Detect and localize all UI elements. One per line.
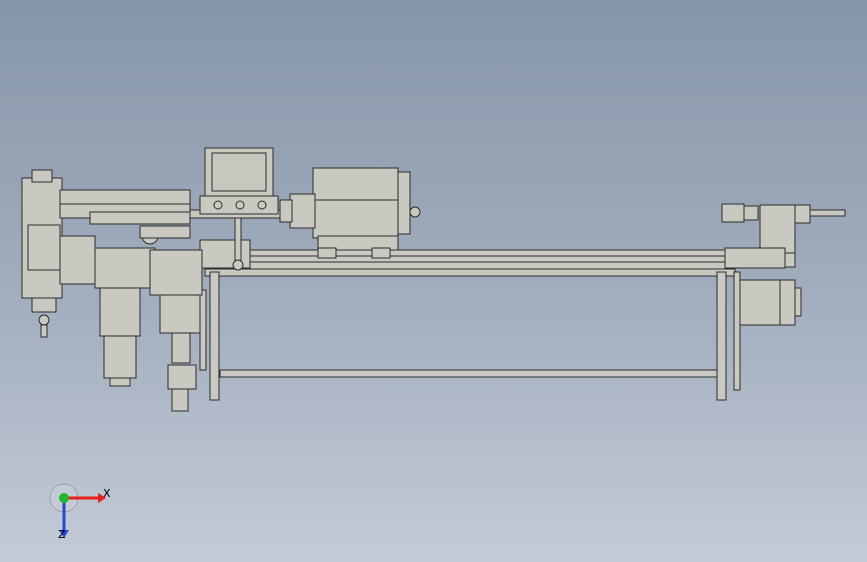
spindle-head[interactable] [279, 167, 421, 259]
panel-knob-icon[interactable] [235, 200, 245, 210]
panel-knob-icon[interactable] [257, 200, 267, 210]
tailstock[interactable] [721, 203, 846, 269]
bed-rail[interactable] [199, 239, 736, 270]
left-gearbox[interactable] [21, 169, 203, 412]
servo-motor[interactable] [739, 279, 802, 326]
z-axis-label: Z [58, 528, 66, 541]
support-frame[interactable] [199, 267, 741, 401]
panel-knob-icon[interactable] [213, 200, 223, 210]
machine-assembly-drawing[interactable] [0, 0, 867, 562]
x-axis-label: X [103, 487, 111, 500]
control-panel[interactable] [199, 147, 279, 215]
cad-viewport[interactable]: X Z [0, 0, 867, 562]
y-axis-dot-icon [59, 493, 69, 503]
